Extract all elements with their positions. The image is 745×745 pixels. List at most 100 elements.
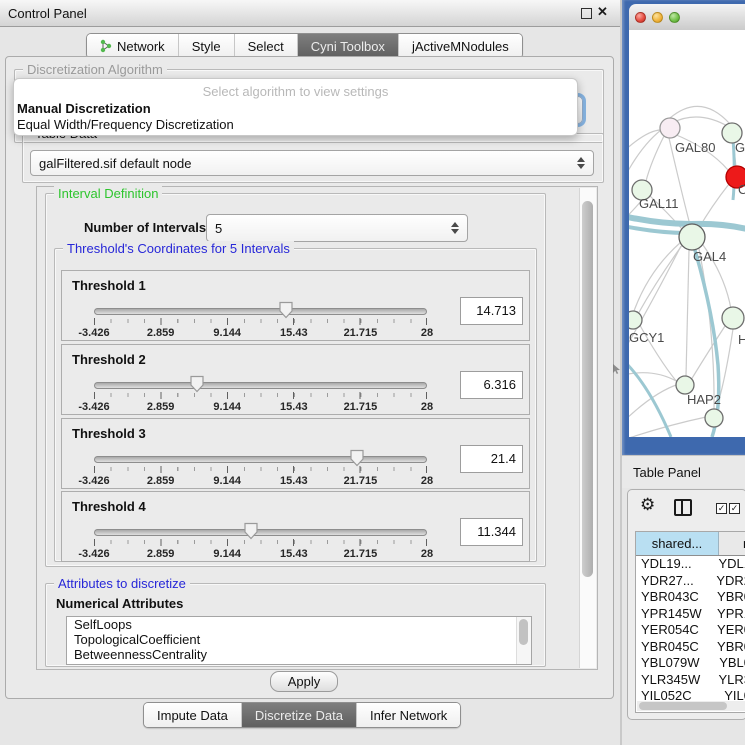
network-canvas[interactable]: GAL80 G C GAL11 GAL4 GCY1 H HAP2 <box>629 30 745 437</box>
tab-style[interactable]: Style <box>179 34 235 58</box>
list-item[interactable]: SelfLoops <box>67 617 531 632</box>
node-label-gal80: GAL80 <box>675 140 715 155</box>
panel-divider <box>620 0 622 745</box>
float-window-icon[interactable] <box>581 8 592 19</box>
tab-impute-data[interactable]: Impute Data <box>144 703 242 727</box>
table-data-combobox[interactable]: galFiltered.sif default node <box>30 150 594 176</box>
network-icon <box>100 39 112 53</box>
threshold-1-slider[interactable]: -3.4262.8599.14415.4321.71528 <box>94 308 427 314</box>
slider-thumb[interactable] <box>349 449 365 467</box>
horizontal-scrollbar[interactable] <box>637 701 745 711</box>
node-label-partial-h: H <box>738 332 745 347</box>
popup-item-manual-discretization[interactable]: Manual Discretization <box>14 101 577 117</box>
close-traffic-light[interactable] <box>635 12 646 23</box>
close-icon[interactable]: ✕ <box>597 4 608 20</box>
node-label-partial-g: G <box>735 140 745 155</box>
threshold-2-label: Threshold 2 <box>72 352 146 367</box>
list-item[interactable]: TopologicalCoefficient <box>67 632 531 647</box>
vertical-scrollbar[interactable] <box>579 188 596 668</box>
apply-button[interactable]: Apply <box>270 671 338 692</box>
slider-thumb[interactable] <box>278 301 294 319</box>
list-scrollbar-thumb[interactable] <box>519 619 528 645</box>
tick-labels: -3.4262.8599.14415.4321.71528 <box>94 475 427 487</box>
table-panel-body: ⚙ ✓ ✓ shared... n YDL19...YDL1 YDR27...Y… <box>627 489 745 720</box>
threshold-4-label: Threshold 4 <box>72 499 146 514</box>
zoom-traffic-light[interactable] <box>669 12 680 23</box>
tick-labels: -3.4262.8599.14415.4321.71528 <box>94 327 427 339</box>
number-of-intervals-combobox[interactable]: 5 <box>206 214 468 242</box>
gear-icon[interactable]: ⚙ <box>640 495 655 515</box>
threshold-2-slider[interactable]: -3.4262.8599.14415.4321.71528 <box>94 382 427 388</box>
popup-placeholder-item: Select algorithm to view settings <box>14 84 577 101</box>
tab-infer-network[interactable]: Infer Network <box>357 703 460 727</box>
threshold-4-slider[interactable]: -3.4262.8599.14415.4321.71528 <box>94 529 427 535</box>
column-header-shared-name[interactable]: shared... <box>636 532 719 555</box>
list-item[interactable]: BetweennessCentrality <box>67 647 531 662</box>
screenshot-stage: Control Panel ✕ Network Style Select Cyn… <box>0 0 745 745</box>
table-row[interactable]: YBL079WYBL0 <box>636 655 745 672</box>
threshold-3-label: Threshold 3 <box>72 426 146 441</box>
tab-jactivemnodules[interactable]: jActiveMNodules <box>399 34 522 58</box>
threshold-1-value-field[interactable]: 14.713 <box>460 297 523 325</box>
node-label-partial-c: C <box>738 182 745 197</box>
split-columns-icon[interactable] <box>674 499 692 516</box>
threshold-2-value-field[interactable]: 6.316 <box>460 371 523 399</box>
slider-track[interactable] <box>94 382 427 389</box>
interval-definition-group: Interval Definition Number of Intervals … <box>45 193 546 567</box>
popup-item-equal-width-frequency[interactable]: Equal Width/Frequency Discretization <box>14 117 577 133</box>
control-panel-titlebar: Control Panel <box>0 0 622 27</box>
table-row[interactable]: YBR045CYBR0 <box>636 639 745 656</box>
vertical-scrollbar-thumb[interactable] <box>582 201 593 577</box>
table-row[interactable]: YDR27...YDR2 <box>636 573 745 590</box>
list-scrollbar[interactable] <box>516 617 531 664</box>
bottom-tabbar: Impute Data Discretize Data Infer Networ… <box>143 702 461 728</box>
table-data-value: galFiltered.sif default node <box>31 156 577 171</box>
table-row[interactable]: YER054CYER0 <box>636 622 745 639</box>
table-row[interactable]: YLR345WYLR3 <box>636 672 745 689</box>
algorithm-group-title: Discretization Algorithm <box>23 62 167 77</box>
number-of-intervals-value: 5 <box>207 221 451 236</box>
interval-group-title: Interval Definition <box>54 186 162 201</box>
table-panel-title: Table Panel <box>622 465 701 480</box>
table-panel-titlebar: Table Panel <box>622 455 745 488</box>
tab-network[interactable]: Network <box>87 34 179 58</box>
table-row[interactable]: YPR145WYPR1 <box>636 606 745 623</box>
slider-track[interactable] <box>94 456 427 463</box>
threshold-3-value-field[interactable]: 21.4 <box>460 445 523 473</box>
node-label-hap2: HAP2 <box>687 392 721 407</box>
thresholds-group: Threshold's Coordinates for 5 Intervals … <box>54 248 537 562</box>
network-graph <box>629 30 745 437</box>
attributes-group-title: Attributes to discretize <box>54 576 190 591</box>
node-table: shared... n YDL19...YDL1 YDR27...YDR2 YB… <box>635 531 745 713</box>
major-ticks <box>94 466 427 473</box>
node-label-gal11: GAL11 <box>639 196 679 211</box>
slider-track[interactable] <box>94 308 427 315</box>
tab-discretize-data[interactable]: Discretize Data <box>242 703 357 727</box>
tab-select[interactable]: Select <box>235 34 298 58</box>
slider-thumb[interactable] <box>189 375 205 393</box>
horizontal-scrollbar-thumb[interactable] <box>639 702 727 710</box>
slider-track[interactable] <box>94 529 427 536</box>
node-label-gcy1: GCY1 <box>629 330 664 345</box>
number-of-intervals-label: Number of Intervals <box>84 220 206 235</box>
table-row[interactable]: YBR043CYBR0 <box>636 589 745 606</box>
tab-cyni-toolbox[interactable]: Cyni Toolbox <box>298 34 399 58</box>
checkbox-icon[interactable]: ✓ <box>729 503 740 514</box>
threshold-2-panel: Threshold 2 -3.4262.8599.14415.4321.7152… <box>61 344 530 415</box>
threshold-3-panel: Threshold 3 -3.4262.8599.14415.4321.7152… <box>61 418 530 489</box>
threshold-4-value-field[interactable]: 11.344 <box>460 518 523 546</box>
tick-labels: -3.4262.8599.14415.4321.71528 <box>94 548 427 560</box>
node-label-gal4: GAL4 <box>693 249 726 264</box>
column-header-name[interactable]: n <box>719 532 745 555</box>
tab-network-label: Network <box>117 39 165 54</box>
threshold-3-slider[interactable]: -3.4262.8599.14415.4321.71528 <box>94 456 427 462</box>
attributes-group: Attributes to discretize Numerical Attri… <box>45 583 546 667</box>
tick-labels: -3.4262.8599.14415.4321.71528 <box>94 401 427 413</box>
slider-thumb[interactable] <box>243 522 259 540</box>
attributes-listbox[interactable]: SelfLoops TopologicalCoefficient Between… <box>66 616 532 665</box>
minimize-traffic-light[interactable] <box>652 12 663 23</box>
major-ticks <box>94 318 427 325</box>
checkbox-icon[interactable]: ✓ <box>716 503 727 514</box>
major-ticks <box>94 392 427 399</box>
table-row[interactable]: YDL19...YDL1 <box>636 556 745 573</box>
